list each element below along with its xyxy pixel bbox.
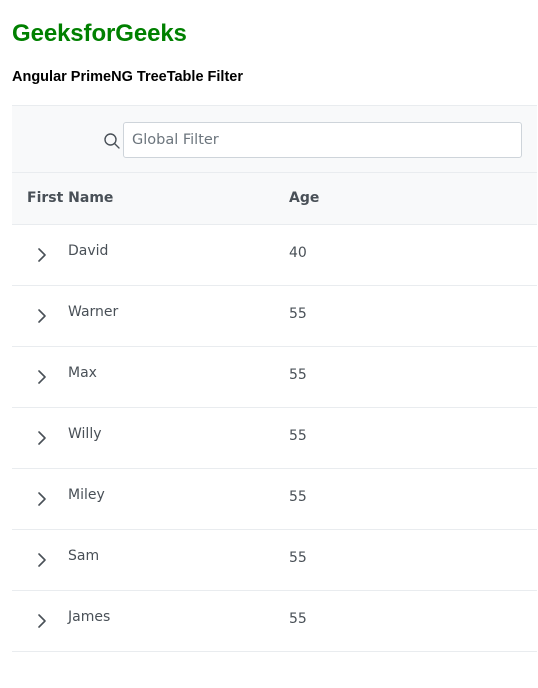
- cell-age: 55: [289, 367, 307, 383]
- cell-first-name: Sam: [68, 548, 100, 564]
- global-filter-input[interactable]: [123, 122, 522, 158]
- cell-first-name: Willy: [68, 426, 102, 442]
- tree-table: First Name Age David40Warner55Max55Willy…: [12, 105, 537, 652]
- table-row[interactable]: Willy 55: [12, 408, 537, 469]
- table-row[interactable]: James 55: [12, 591, 537, 652]
- table-caption: [12, 105, 537, 173]
- cell-age: 55: [289, 428, 307, 444]
- chevron-right-icon[interactable]: [32, 367, 52, 387]
- cell-age: 55: [289, 550, 307, 566]
- cell-age: 40: [289, 245, 307, 261]
- cell-first-name: Max: [68, 365, 97, 381]
- cell-first-name: James: [68, 609, 111, 625]
- table-row[interactable]: David 40: [12, 225, 537, 286]
- cell-age: 55: [289, 306, 307, 322]
- brand-title: GeeksforGeeks: [12, 20, 187, 47]
- chevron-right-icon[interactable]: [32, 428, 52, 448]
- cell-age: 55: [289, 611, 307, 627]
- chevron-right-icon[interactable]: [32, 550, 52, 570]
- chevron-right-icon[interactable]: [32, 306, 52, 326]
- cell-first-name: David: [68, 243, 109, 259]
- table-row[interactable]: Max 55: [12, 347, 537, 408]
- table-row[interactable]: Warner 55: [12, 286, 537, 347]
- cell-first-name: Miley: [68, 487, 105, 503]
- cell-first-name: Warner: [68, 304, 119, 320]
- table-body: David 40 Warner 55 Max 55 Willy 55 Miley 55 Sam 55 J…: [12, 225, 537, 652]
- chevron-right-icon[interactable]: [32, 245, 52, 265]
- table-row[interactable]: Sam 55: [12, 530, 537, 591]
- table-header: First Name Age: [12, 173, 537, 225]
- cell-age: 55: [289, 489, 307, 505]
- column-header-first-name[interactable]: First Name: [27, 173, 113, 224]
- table-row[interactable]: Miley 55: [12, 469, 537, 530]
- search-icon: [103, 132, 121, 150]
- chevron-right-icon[interactable]: [32, 489, 52, 509]
- column-header-age[interactable]: Age: [289, 173, 319, 224]
- chevron-right-icon[interactable]: [32, 611, 52, 631]
- page-subtitle: Angular PrimeNG TreeTable Filter: [12, 69, 243, 85]
